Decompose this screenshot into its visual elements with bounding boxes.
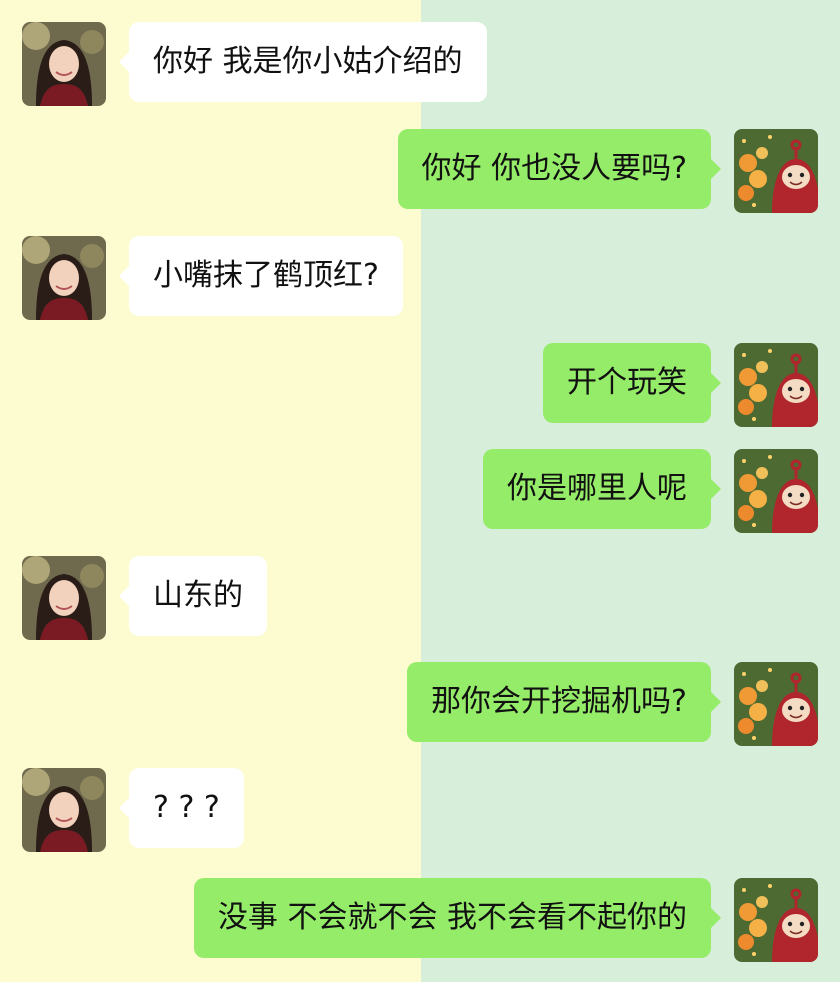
self-avatar[interactable] [734,449,818,533]
message-bubble-incoming[interactable]: 你好 我是你小姑介绍的 [119,22,487,102]
contact-avatar[interactable] [22,236,106,320]
self-avatar[interactable] [734,662,818,746]
contact-avatar[interactable] [22,556,106,640]
self-avatar[interactable] [734,878,818,962]
message-bubble-incoming[interactable]: 山东的 [119,556,267,636]
red-teletubby-avatar-icon [734,662,818,746]
red-teletubby-avatar-icon [734,343,818,427]
red-teletubby-avatar-icon [734,878,818,962]
message-bubble-outgoing[interactable]: 没事 不会就不会 我不会看不起你的 [193,878,722,958]
red-teletubby-avatar-icon [734,449,818,533]
self-avatar[interactable] [734,343,818,427]
girl-photo-avatar-icon [22,236,106,320]
message-bubble-outgoing[interactable]: 你好 你也没人要吗? [397,129,722,209]
message-bubble-outgoing[interactable]: 你是哪里人呢 [483,449,721,529]
message-bubble-incoming[interactable]: 小嘴抹了鹤顶红? [119,236,403,316]
girl-photo-avatar-icon [22,556,106,640]
self-avatar[interactable] [734,129,818,213]
message-bubble-incoming[interactable]: ? ? ? [119,768,244,848]
message-bubble-outgoing[interactable]: 开个玩笑 [543,343,721,423]
girl-photo-avatar-icon [22,22,106,106]
contact-avatar[interactable] [22,22,106,106]
message-bubble-outgoing[interactable]: 那你会开挖掘机吗? [407,662,721,742]
contact-avatar[interactable] [22,768,106,852]
red-teletubby-avatar-icon [734,129,818,213]
girl-photo-avatar-icon [22,768,106,852]
